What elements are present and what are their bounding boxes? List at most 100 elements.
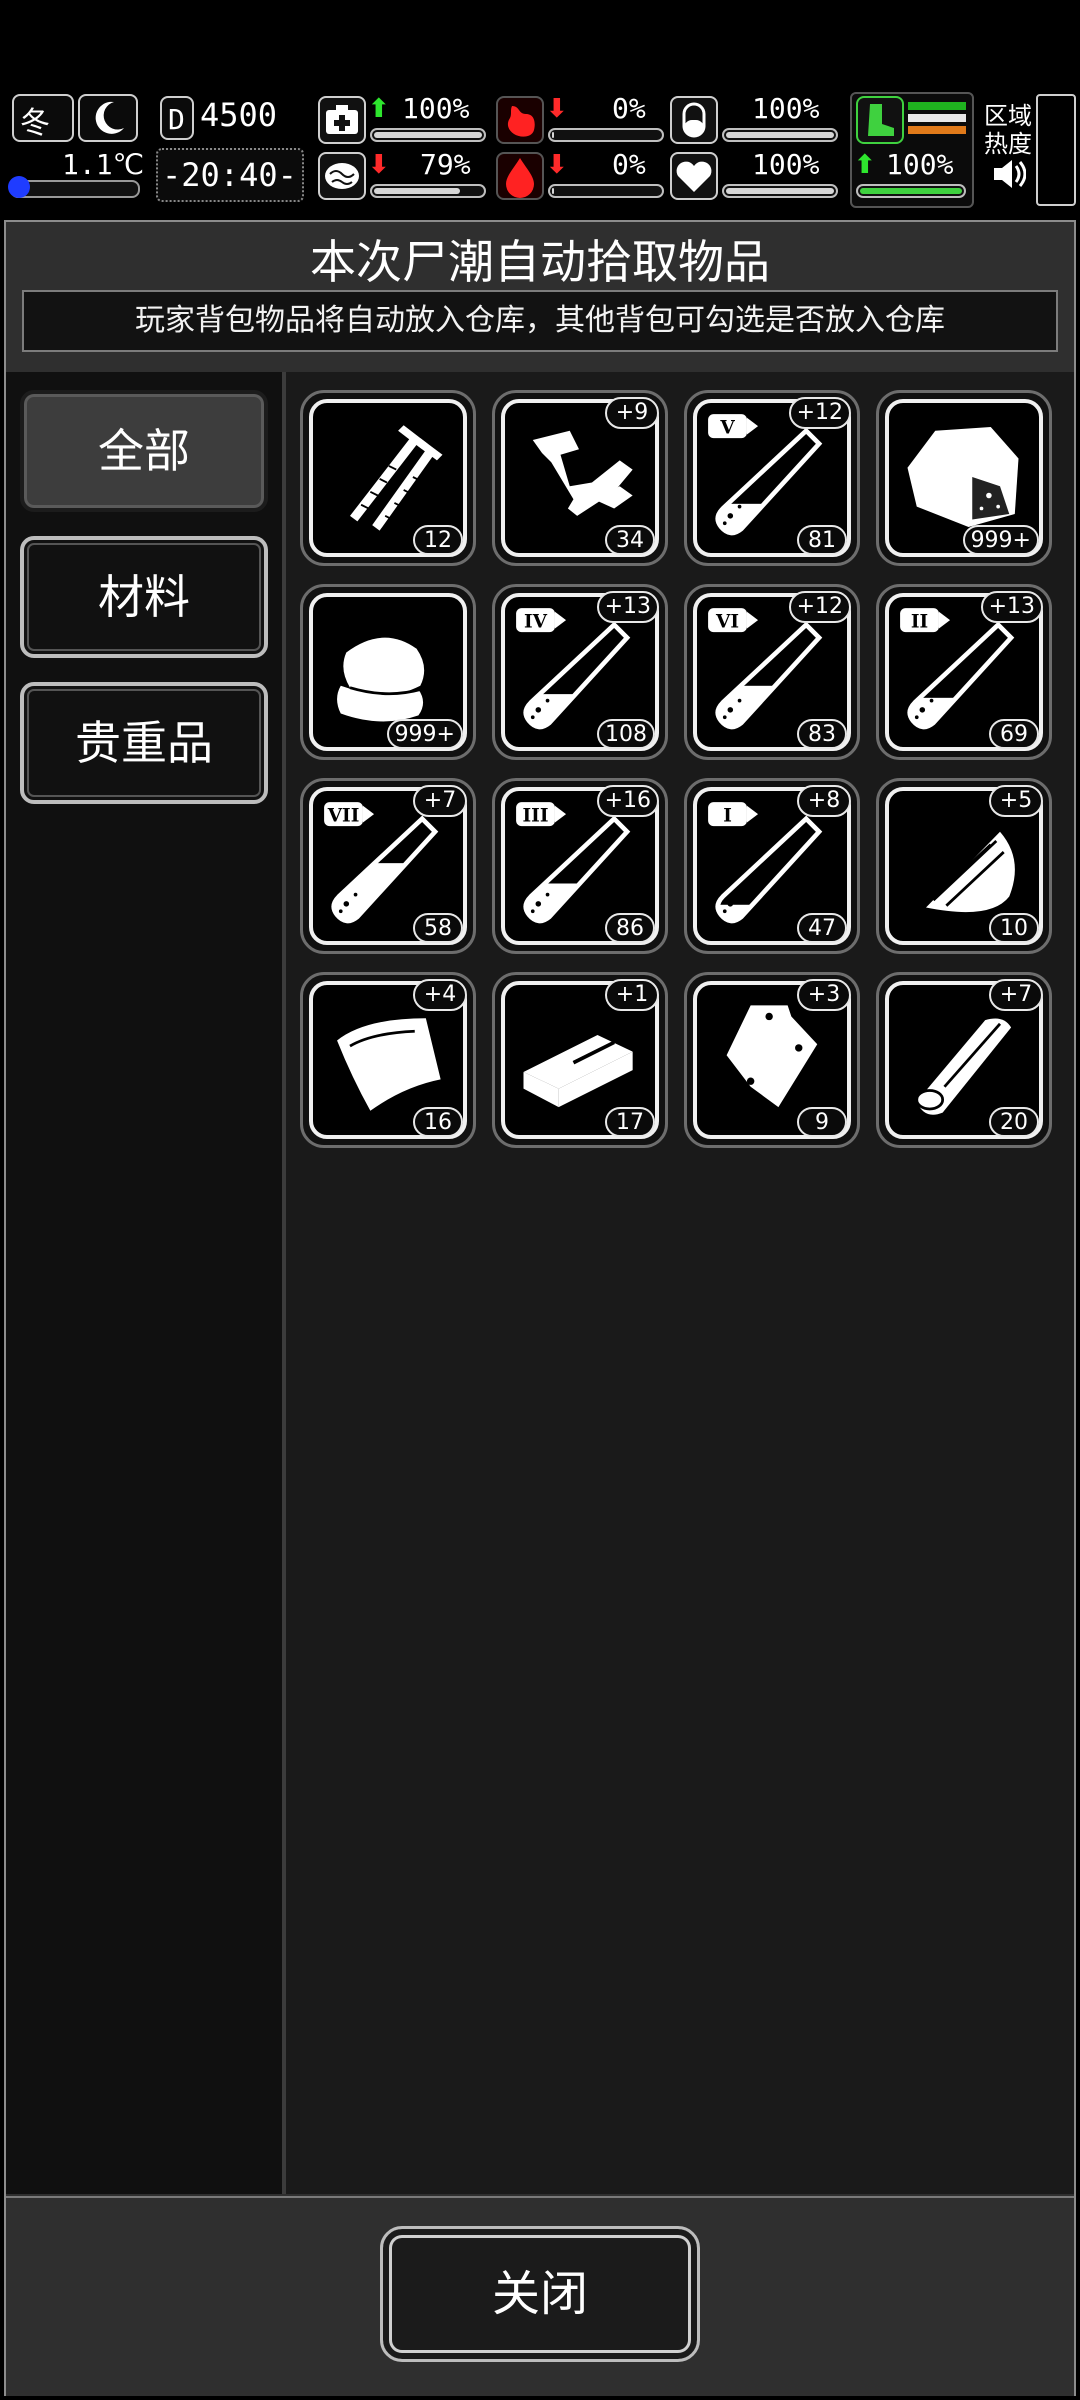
item-count: 10	[989, 913, 1039, 943]
heart-icon	[670, 152, 718, 200]
stomach-icon	[496, 96, 544, 144]
item-slot[interactable]: 10 +5	[876, 778, 1052, 954]
item-slot[interactable]: 20 +7	[876, 972, 1052, 1148]
item-slot[interactable]: 34 +9	[492, 390, 668, 566]
mood-bar-fill	[726, 188, 834, 194]
temperature-value: 1.1℃	[62, 148, 145, 181]
stripe-green	[908, 102, 966, 110]
temperature-knob	[8, 176, 30, 198]
item-slot[interactable]: 16 +4	[300, 972, 476, 1148]
item-slot[interactable]: 999+	[300, 584, 476, 760]
tab-materials[interactable]: 材料	[20, 536, 268, 658]
temperature-slider	[8, 176, 140, 198]
mood-value: 100%	[752, 148, 820, 181]
hunger-bar	[548, 128, 664, 142]
dialog-title: 本次尸潮自动拾取物品	[310, 235, 770, 289]
tab-all[interactable]: 全部	[20, 390, 268, 512]
item-slot[interactable]: VI 83 +12	[684, 584, 860, 760]
item-slot[interactable]: 999+	[876, 390, 1052, 566]
item-new-count-badge: +16	[596, 785, 659, 817]
time-value: -20:40-	[162, 156, 297, 194]
item-new-count-badge: +1	[605, 979, 659, 1011]
svg-text:II: II	[911, 612, 928, 633]
immunity-bar	[722, 128, 838, 142]
item-count: 69	[989, 719, 1039, 749]
moon-icon	[78, 94, 138, 142]
mood-bar	[722, 184, 838, 198]
tab-valuables[interactable]: 贵重品	[20, 682, 268, 804]
money-value: 4500	[200, 96, 278, 134]
item-new-count-badge: +3	[797, 979, 851, 1011]
item-slot[interactable]: II 69 +13	[876, 584, 1052, 760]
item-slot[interactable]: III 86 +16	[492, 778, 668, 954]
item-count: 17	[605, 1107, 655, 1137]
thirst-bar-fill	[552, 188, 554, 194]
sanity-bar	[370, 184, 486, 198]
tab-valuables-label: 贵重品	[75, 716, 213, 770]
thirst-value: 0%	[612, 148, 646, 181]
dialog-subtitle: 玩家背包物品将自动放入仓库，其他背包可勾选是否放入仓库	[135, 303, 945, 338]
stamina-bar-fill	[860, 188, 962, 194]
svg-text:VII: VII	[327, 806, 360, 827]
svg-text:V: V	[719, 418, 735, 439]
stamina-stripes	[908, 102, 966, 138]
season-label: 冬	[20, 106, 50, 141]
close-button-label: 关闭	[491, 2266, 588, 2322]
item-slot[interactable]: V 81 +12	[684, 390, 860, 566]
svg-text:III: III	[523, 806, 549, 827]
item-slot[interactable]: IV 108 +13	[492, 584, 668, 760]
item-slot[interactable]: 17 +1	[492, 972, 668, 1148]
item-slot[interactable]: I 47 +8	[684, 778, 860, 954]
stripe-orange	[908, 126, 966, 134]
item-count: 20	[989, 1107, 1039, 1137]
stamina-bar	[856, 184, 966, 198]
item-new-count-badge: +8	[797, 785, 851, 817]
health-bar-fill	[374, 132, 482, 138]
item-count: 12	[413, 525, 463, 555]
item-new-count-badge: +13	[980, 591, 1043, 623]
region-heat-meter	[1036, 94, 1076, 206]
tab-all-label: 全部	[98, 424, 190, 478]
stamina-value: 100%	[886, 148, 954, 181]
item-count: 83	[797, 719, 847, 749]
item-count: 47	[797, 913, 847, 943]
item-slot[interactable]: 9 +3	[684, 972, 860, 1148]
item-count: 81	[797, 525, 847, 555]
svg-text:I: I	[723, 806, 732, 827]
item-count: 9	[797, 1107, 847, 1137]
speaker-icon[interactable]	[990, 156, 1027, 192]
medkit-icon	[318, 96, 366, 144]
health-value: 100%	[402, 92, 470, 125]
region-heat-label: 区域热度	[984, 102, 1032, 158]
time-box: -20:40-	[156, 148, 304, 202]
close-button[interactable]: 关闭	[380, 2226, 700, 2362]
svg-text:VI: VI	[715, 612, 739, 633]
category-sidebar: 全部 材料 贵重品	[6, 372, 286, 2194]
pill-icon	[670, 96, 718, 144]
item-count: 58	[413, 913, 463, 943]
status-hud: 冬 1.1℃ D 4500 -20:40- ⬆ 100% ⬇ 79% ⬇ 0% …	[0, 88, 1080, 208]
item-new-count-badge: +7	[989, 979, 1043, 1011]
item-grid: 12 34 +9 V 81 +12 999+ 999+ IV 108 +13 VI 83 +12 II 69 +…	[286, 372, 1074, 2194]
season-box: 冬	[12, 94, 74, 142]
hunger-bar-fill	[552, 132, 554, 138]
stripe-white	[908, 114, 966, 122]
tab-materials-label: 材料	[98, 570, 190, 624]
item-new-count-badge: +4	[413, 979, 467, 1011]
immunity-value: 100%	[752, 92, 820, 125]
hunger-value: 0%	[612, 92, 646, 125]
item-count: 34	[605, 525, 655, 555]
sanity-down-arrow: ⬇	[368, 150, 390, 180]
hunger-down-arrow: ⬇	[546, 94, 568, 124]
item-count: 999+	[386, 719, 463, 749]
item-count: 16	[413, 1107, 463, 1137]
item-new-count-badge: +12	[788, 397, 851, 429]
boot-icon	[856, 96, 904, 144]
item-count: 108	[597, 719, 655, 749]
sanity-bar-fill	[374, 188, 460, 194]
item-slot[interactable]: 12	[300, 390, 476, 566]
stamina-up-arrow: ⬆	[854, 150, 876, 180]
item-slot[interactable]: VII 58 +7	[300, 778, 476, 954]
item-new-count-badge: +13	[596, 591, 659, 623]
brain-icon	[318, 152, 366, 200]
